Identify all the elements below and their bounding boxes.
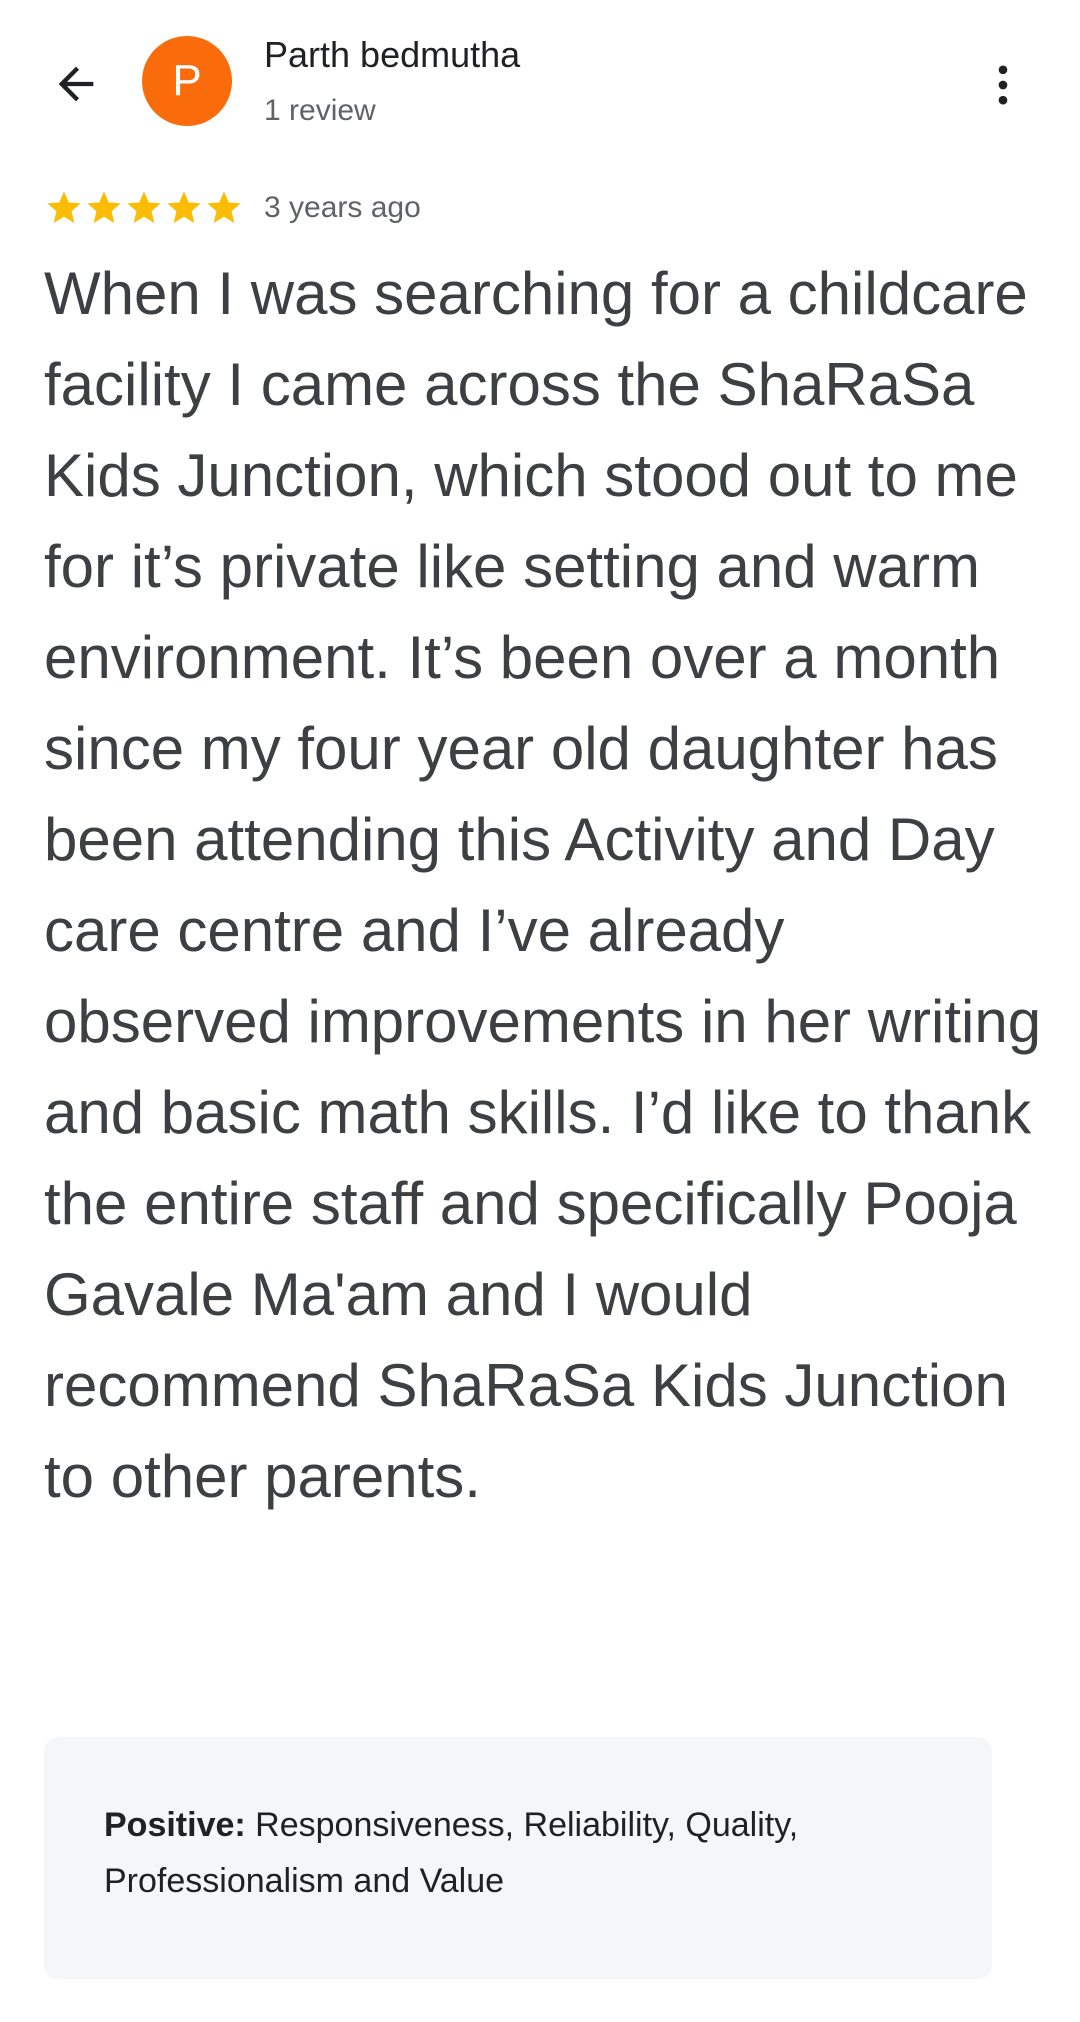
review-count: 1 review [264, 94, 376, 127]
review-attributes: Positive: Responsiveness, Reliability, Q… [104, 1797, 944, 1909]
arrow-left-icon [58, 66, 94, 102]
avatar-letter: P [172, 56, 202, 105]
attributes-label: Positive: [104, 1806, 246, 1844]
review-date: 3 years ago [264, 191, 421, 224]
rating-row: 3 years ago [44, 186, 421, 230]
review-header: P Parth bedmutha 1 review [0, 0, 1080, 160]
back-button[interactable] [40, 48, 112, 120]
more-options-button[interactable] [968, 50, 1038, 120]
star-icon [127, 191, 161, 223]
reviewer-name[interactable]: Parth bedmutha [264, 34, 520, 76]
star-icon [207, 191, 241, 223]
review-attributes-box: Positive: Responsiveness, Reliability, Q… [44, 1737, 992, 1979]
star-icon [167, 191, 201, 223]
star-rating [44, 188, 244, 228]
star-icon [87, 191, 121, 223]
review-text: When I was searching for a childcare fac… [44, 260, 1042, 1510]
avatar[interactable]: P [142, 36, 232, 126]
star-icon [47, 191, 81, 223]
more-vert-icon [998, 65, 1008, 105]
